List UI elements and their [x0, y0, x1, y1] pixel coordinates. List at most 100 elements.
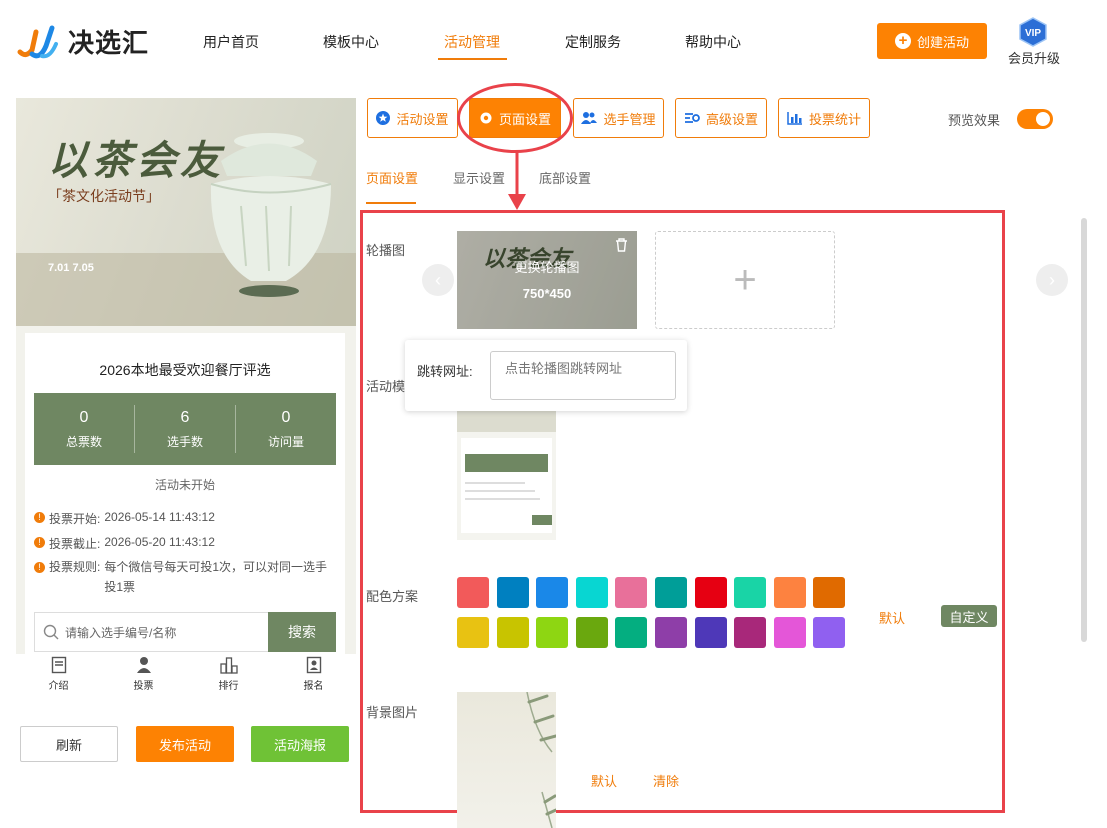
nav-custom-service[interactable]: 定制服务 — [565, 32, 621, 52]
background-image-label: 背景图片 — [366, 705, 419, 720]
contestant-management-button[interactable]: 选手管理 — [573, 98, 664, 138]
refresh-button[interactable]: 刷新 — [20, 726, 118, 762]
color-custom-button[interactable]: 自定义 — [941, 605, 997, 627]
stat-candidates: 6 选手数 — [134, 405, 235, 453]
color-swatch[interactable] — [615, 577, 648, 608]
background-default-button[interactable]: 默认 — [591, 771, 617, 790]
tab-ranking[interactable]: 排行 — [186, 656, 271, 696]
tab-intro[interactable]: 介绍 — [16, 656, 101, 696]
vote-statistics-button[interactable]: 投票统计 — [778, 98, 870, 138]
stats-panel: 0 总票数 6 选手数 0 访问量 — [34, 393, 336, 465]
nav-templates[interactable]: 模板中心 — [323, 32, 379, 52]
carousel-next-arrow[interactable]: › — [1036, 264, 1068, 296]
preview-toggle[interactable] — [1017, 109, 1053, 129]
background-clear-button[interactable]: 清除 — [653, 771, 679, 790]
info-icon: ! — [34, 512, 45, 523]
ranking-icon — [219, 657, 238, 674]
logo-text: 决选汇 — [68, 27, 150, 58]
vip-upgrade-label[interactable]: 会员升级 — [1008, 48, 1060, 67]
nav-home[interactable]: 用户首页 — [203, 32, 259, 52]
color-swatch[interactable] — [734, 577, 767, 608]
color-swatch[interactable] — [654, 617, 687, 648]
jump-url-input[interactable] — [490, 351, 676, 400]
register-icon — [306, 656, 321, 674]
banner-title: 以茶会友 — [48, 137, 224, 184]
jump-url-label: 跳转网址: — [417, 364, 473, 379]
preview-tabbar: 介绍 投票 排行 报名 — [16, 656, 356, 696]
color-swatch[interactable] — [734, 617, 767, 648]
template-thumbnail[interactable] — [457, 410, 556, 540]
subtab-active-indicator — [366, 202, 416, 204]
nav-help[interactable]: 帮助中心 — [685, 32, 741, 52]
color-swatch[interactable] — [694, 617, 727, 648]
info-icon: ! — [34, 537, 45, 548]
bamboo-image — [526, 692, 556, 828]
carousel-image[interactable]: 以茶会友 更换轮播图 750*450 — [457, 231, 637, 329]
stat-total-votes: 0 总票数 — [65, 408, 102, 449]
color-scheme-label: 配色方案 — [366, 589, 419, 604]
publish-button[interactable]: 发布活动 — [136, 726, 234, 762]
info-icon: ! — [34, 562, 45, 573]
subtab-page-settings[interactable]: 页面设置 — [366, 168, 418, 187]
nav-active-indicator — [438, 58, 507, 60]
carousel-label: 轮播图 — [366, 243, 406, 258]
color-swatch[interactable] — [654, 577, 687, 608]
trash-icon[interactable] — [615, 238, 628, 252]
subtab-footer-settings[interactable]: 底部设置 — [539, 168, 591, 187]
color-swatch-grid — [457, 577, 847, 648]
sliders-icon — [684, 113, 700, 123]
poster-button[interactable]: 活动海报 — [251, 726, 349, 762]
vip-icon[interactable]: VIP — [1017, 17, 1049, 47]
tab-vote[interactable]: 投票 — [101, 656, 186, 696]
color-swatch[interactable] — [536, 617, 569, 648]
nav-activity-management[interactable]: 活动管理 — [444, 32, 500, 52]
jump-url-popup: 跳转网址: — [405, 340, 687, 411]
star-icon — [376, 111, 391, 125]
users-icon — [581, 112, 598, 124]
document-icon — [51, 656, 66, 674]
carousel-prev-arrow[interactable]: ‹ — [422, 264, 454, 296]
color-swatch[interactable] — [813, 577, 846, 608]
add-carousel-button[interactable]: + — [655, 231, 835, 329]
color-swatch[interactable] — [813, 617, 846, 648]
info-vote-start: ! 投票开始: 2026-05-14 11:43:12 — [34, 510, 215, 527]
bar-chart-icon — [787, 112, 802, 125]
activity-card — [25, 333, 345, 654]
color-swatch[interactable] — [575, 617, 608, 648]
background-thumbnail[interactable] — [457, 692, 556, 828]
search-input[interactable]: 请输入选手编号/名称 — [34, 612, 268, 652]
color-swatch[interactable] — [536, 577, 569, 608]
color-swatch[interactable] — [773, 617, 806, 648]
info-vote-rules: ! 投票规则: 每个微信号每天可投1次，可以对同一选手投1票 — [34, 557, 334, 597]
mobile-preview: 以茶会友 「茶文化活动节」 7.01 7.05 2026本地最受欢迎餐厅评选 0… — [16, 98, 356, 654]
color-default-button[interactable]: 默认 — [879, 608, 905, 627]
color-swatch[interactable] — [457, 577, 489, 608]
preview-effect-label: 预览效果 — [948, 113, 1001, 128]
activity-title: 2026本地最受欢迎餐厅评选 — [99, 362, 271, 378]
color-swatch[interactable] — [457, 617, 489, 648]
plus-icon: + — [894, 33, 911, 49]
color-swatch[interactable] — [496, 577, 529, 608]
activity-status: 活动未开始 — [154, 478, 215, 492]
advanced-settings-button[interactable]: 高级设置 — [675, 98, 767, 138]
template-label: 活动模 — [366, 379, 406, 394]
carousel-size-label: 750*450 — [522, 286, 572, 301]
color-swatch[interactable] — [575, 577, 608, 608]
svg-text:VIP: VIP — [1025, 28, 1041, 39]
color-swatch[interactable] — [496, 617, 529, 648]
subtab-display-settings[interactable]: 显示设置 — [453, 168, 505, 187]
logo[interactable]: 决选汇 — [16, 22, 166, 60]
search-button[interactable]: 搜索 — [268, 612, 336, 652]
color-swatch[interactable] — [773, 577, 806, 608]
banner-date: 7.01 7.05 — [48, 262, 94, 274]
logo-icon — [16, 22, 60, 60]
highlight-ellipse — [457, 83, 573, 153]
search-icon — [43, 624, 59, 640]
color-swatch[interactable] — [615, 617, 648, 648]
scrollbar[interactable] — [1081, 218, 1087, 642]
highlight-arrow — [508, 150, 526, 210]
activity-settings-button[interactable]: 活动设置 — [367, 98, 458, 138]
color-swatch[interactable] — [694, 577, 727, 608]
create-activity-button[interactable]: + 创建活动 — [877, 23, 987, 59]
tab-register[interactable]: 报名 — [271, 656, 356, 696]
